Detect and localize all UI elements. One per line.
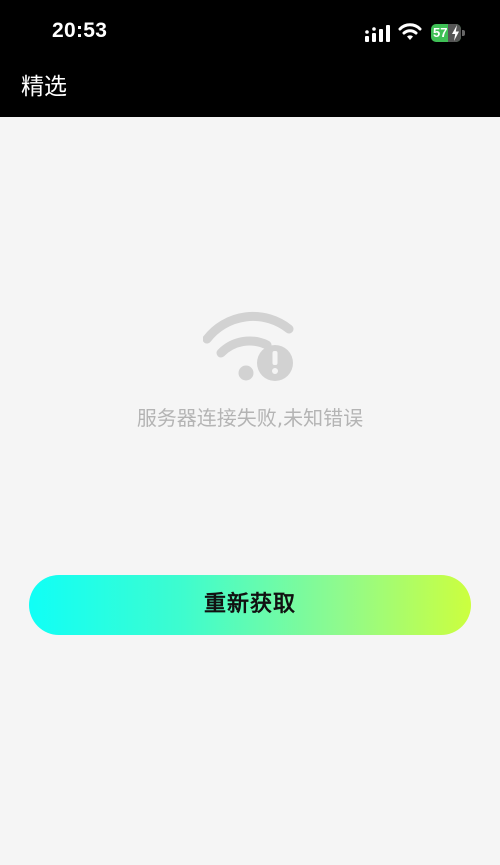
wifi-icon	[398, 23, 422, 40]
status-time: 20:53	[52, 19, 108, 42]
battery-indicator: 57	[431, 24, 467, 42]
retry-button[interactable]: 重新获取	[29, 575, 471, 635]
error-message: 服务器连接失败,未知错误	[136, 406, 364, 430]
wifi-error-icon	[203, 311, 294, 381]
battery-body: 57	[431, 24, 461, 42]
status-bar: 20:53 57	[0, 0, 500, 66]
main-content: 服务器连接失败,未知错误 重新获取	[0, 117, 500, 865]
top-nav-bar: 精选	[0, 66, 500, 117]
battery-tip	[462, 30, 465, 36]
cellular-signal-icon	[365, 25, 390, 42]
retry-button-label: 重新获取	[203, 592, 296, 617]
page-title: 精选	[21, 74, 67, 100]
lightning-bolt-icon	[452, 25, 459, 41]
battery-level: 57	[433, 25, 448, 40]
